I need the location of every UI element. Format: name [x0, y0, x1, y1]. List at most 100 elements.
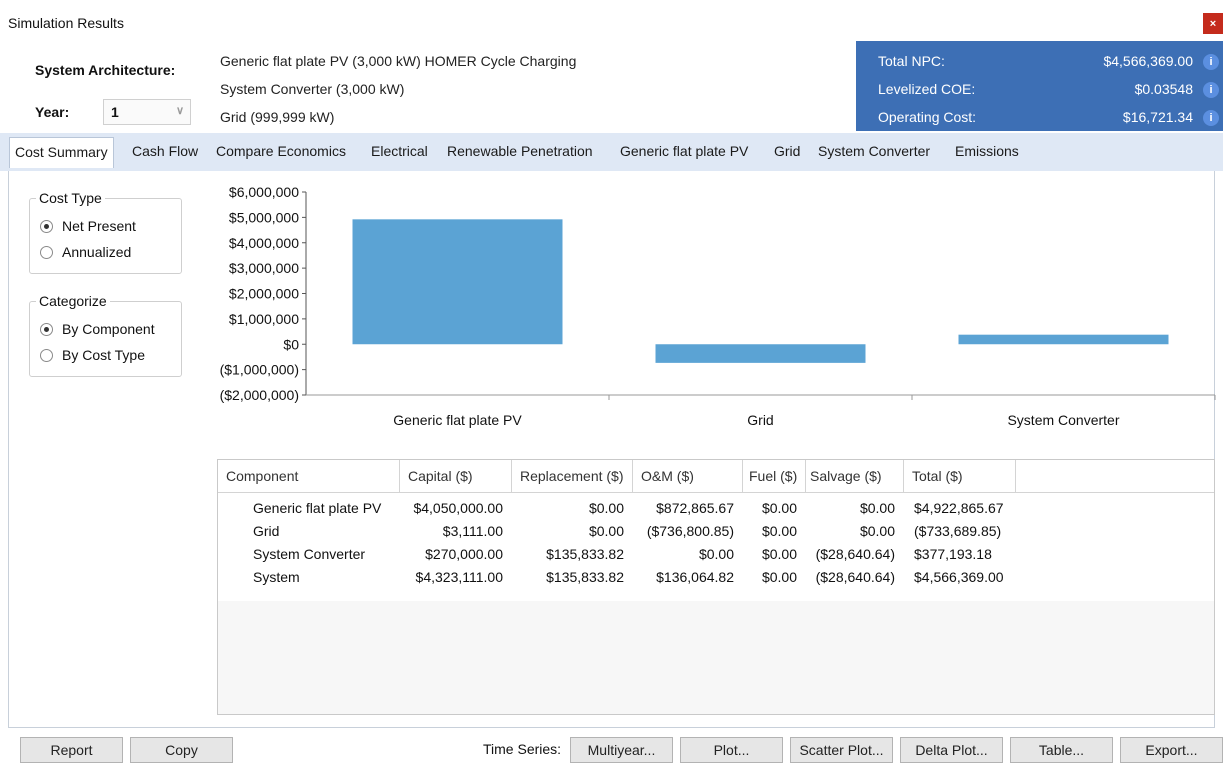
- value-cell: $4,566,369.00: [914, 569, 1004, 585]
- radio-by-component[interactable]: By Component: [40, 321, 155, 337]
- by-cost-type-label: By Cost Type: [62, 347, 146, 363]
- operating-cost-label: Operating Cost:: [878, 109, 977, 125]
- value-cell: ($736,800.85): [646, 523, 734, 539]
- delta-plot-button[interactable]: Delta Plot...: [900, 737, 1003, 763]
- x-category-label: System Converter: [1007, 412, 1119, 428]
- col-header-replacement[interactable]: Replacement ($): [512, 460, 633, 492]
- component-name-cell: Generic flat plate PV: [253, 500, 382, 516]
- value-cell: ($28,640.64): [815, 546, 895, 562]
- value-cell: $0.00: [588, 523, 624, 539]
- component-name-cell: Grid: [253, 523, 280, 539]
- chevron-down-icon: ∨: [175, 105, 184, 117]
- year-select[interactable]: 1 ∨: [103, 99, 191, 125]
- info-icon[interactable]: i: [1203, 54, 1219, 70]
- col-header-fuel[interactable]: Fuel ($): [743, 460, 806, 492]
- multiyear-button[interactable]: Multiyear...: [570, 737, 673, 763]
- tab-grid[interactable]: Grid: [774, 143, 800, 159]
- system-architecture-label: System Architecture:: [35, 62, 176, 78]
- time-series-label: Time Series:: [483, 741, 562, 757]
- bar: [352, 219, 563, 345]
- y-tick-label: $6,000,000: [229, 184, 299, 200]
- operating-cost-value: $16,721.34: [1122, 109, 1193, 125]
- y-tick-label: $1,000,000: [229, 311, 299, 327]
- cost-chart: $6,000,000 $5,000,000 $4,000,000 $3,000,000…: [210, 180, 1220, 445]
- categorize-group: Categorize By Component By Cost Type: [29, 293, 182, 377]
- component-name-cell: System: [253, 569, 300, 585]
- table-empty-area: [218, 601, 1214, 714]
- plot-button[interactable]: Plot...: [680, 737, 783, 763]
- cost-table: Component Capital ($) Replacement ($) O&…: [217, 459, 1215, 715]
- radio-selected-icon: [40, 219, 53, 233]
- by-component-label: By Component: [62, 321, 155, 337]
- value-cell: $0.00: [859, 500, 895, 516]
- tab-cash-flow[interactable]: Cash Flow: [132, 143, 198, 159]
- levelized-coe-label: Levelized COE:: [878, 81, 976, 97]
- bar: [655, 344, 866, 363]
- y-tick-label: $4,000,000: [229, 235, 299, 251]
- copy-button[interactable]: Copy: [130, 737, 233, 763]
- radio-by-cost-type[interactable]: By Cost Type: [40, 347, 145, 363]
- component-name-cell: System Converter: [253, 546, 366, 562]
- value-cell: $0.00: [761, 546, 797, 562]
- value-cell: $135,833.82: [546, 569, 624, 585]
- cost-type-group: Cost Type Net Present Annualized: [29, 190, 182, 274]
- report-button[interactable]: Report: [20, 737, 123, 763]
- value-cell: ($733,689.85): [914, 523, 1002, 539]
- architecture-line-pv: Generic flat plate PV (3,000 kW) HOMER C…: [220, 53, 577, 69]
- scatter-plot-button[interactable]: Scatter Plot...: [790, 737, 893, 763]
- annualized-label: Annualized: [62, 244, 132, 260]
- summary-row-coe: Levelized COE: $0.03548 i: [878, 81, 1223, 105]
- col-header-total[interactable]: Total ($): [904, 460, 1016, 492]
- value-cell: $0.00: [588, 500, 624, 516]
- window-title: Simulation Results: [8, 15, 124, 31]
- total-npc-label: Total NPC:: [878, 53, 945, 69]
- categorize-title: Categorize: [36, 293, 110, 309]
- value-cell: $270,000.00: [425, 546, 503, 562]
- info-icon[interactable]: i: [1203, 82, 1219, 98]
- cost-type-title: Cost Type: [36, 190, 105, 206]
- value-cell: $136,064.82: [656, 569, 734, 585]
- y-tick-label: ($2,000,000): [220, 387, 299, 403]
- col-header-salvage[interactable]: Salvage ($): [806, 460, 904, 492]
- radio-selected-icon: [40, 322, 53, 336]
- levelized-coe-value: $0.03548: [1134, 81, 1193, 97]
- tab-emissions[interactable]: Emissions: [955, 143, 1019, 159]
- tab-compare-economics[interactable]: Compare Economics: [216, 143, 346, 159]
- col-header-component[interactable]: Component: [218, 460, 400, 492]
- summary-row-operating: Operating Cost: $16,721.34 i: [878, 109, 1223, 133]
- tab-cost-summary[interactable]: Cost Summary: [9, 137, 114, 168]
- value-cell: $0.00: [761, 500, 797, 516]
- y-tick-label: $5,000,000: [229, 209, 299, 225]
- export-button[interactable]: Export...: [1120, 737, 1223, 763]
- value-cell: $0.00: [761, 523, 797, 539]
- tab-system-converter[interactable]: System Converter: [818, 143, 930, 159]
- radio-unselected-icon: [40, 245, 53, 259]
- summary-panel: Total NPC: $4,566,369.00 i Levelized COE…: [856, 41, 1223, 131]
- info-icon[interactable]: i: [1203, 110, 1219, 126]
- value-cell: $0.00: [761, 569, 797, 585]
- value-cell: $377,193.18: [914, 546, 992, 562]
- col-header-om[interactable]: O&M ($): [633, 460, 743, 492]
- table-button[interactable]: Table...: [1010, 737, 1113, 763]
- y-tick-label: $0: [283, 336, 299, 352]
- tab-electrical[interactable]: Electrical: [371, 143, 428, 159]
- radio-net-present[interactable]: Net Present: [40, 218, 136, 234]
- value-cell: $135,833.82: [546, 546, 624, 562]
- x-category-label: Grid: [747, 412, 773, 428]
- year-label: Year:: [35, 104, 70, 120]
- value-cell: $0.00: [698, 546, 734, 562]
- radio-unselected-icon: [40, 348, 53, 362]
- col-header-capital[interactable]: Capital ($): [400, 460, 512, 492]
- header-divider: [218, 492, 1214, 493]
- architecture-line-grid: Grid (999,999 kW): [220, 109, 335, 125]
- bar: [958, 334, 1169, 345]
- tab-generic-flat-plate-pv[interactable]: Generic flat plate PV: [620, 143, 748, 159]
- close-button[interactable]: ×: [1203, 13, 1223, 34]
- summary-row-npc: Total NPC: $4,566,369.00 i: [878, 53, 1223, 77]
- radio-annualized[interactable]: Annualized: [40, 244, 131, 260]
- year-value: 1: [111, 104, 119, 120]
- tab-renewable-penetration[interactable]: Renewable Penetration: [447, 143, 593, 159]
- value-cell: $4,922,865.67: [914, 500, 1004, 516]
- architecture-line-converter: System Converter (3,000 kW): [220, 81, 405, 97]
- value-cell: $3,111.00: [442, 523, 503, 539]
